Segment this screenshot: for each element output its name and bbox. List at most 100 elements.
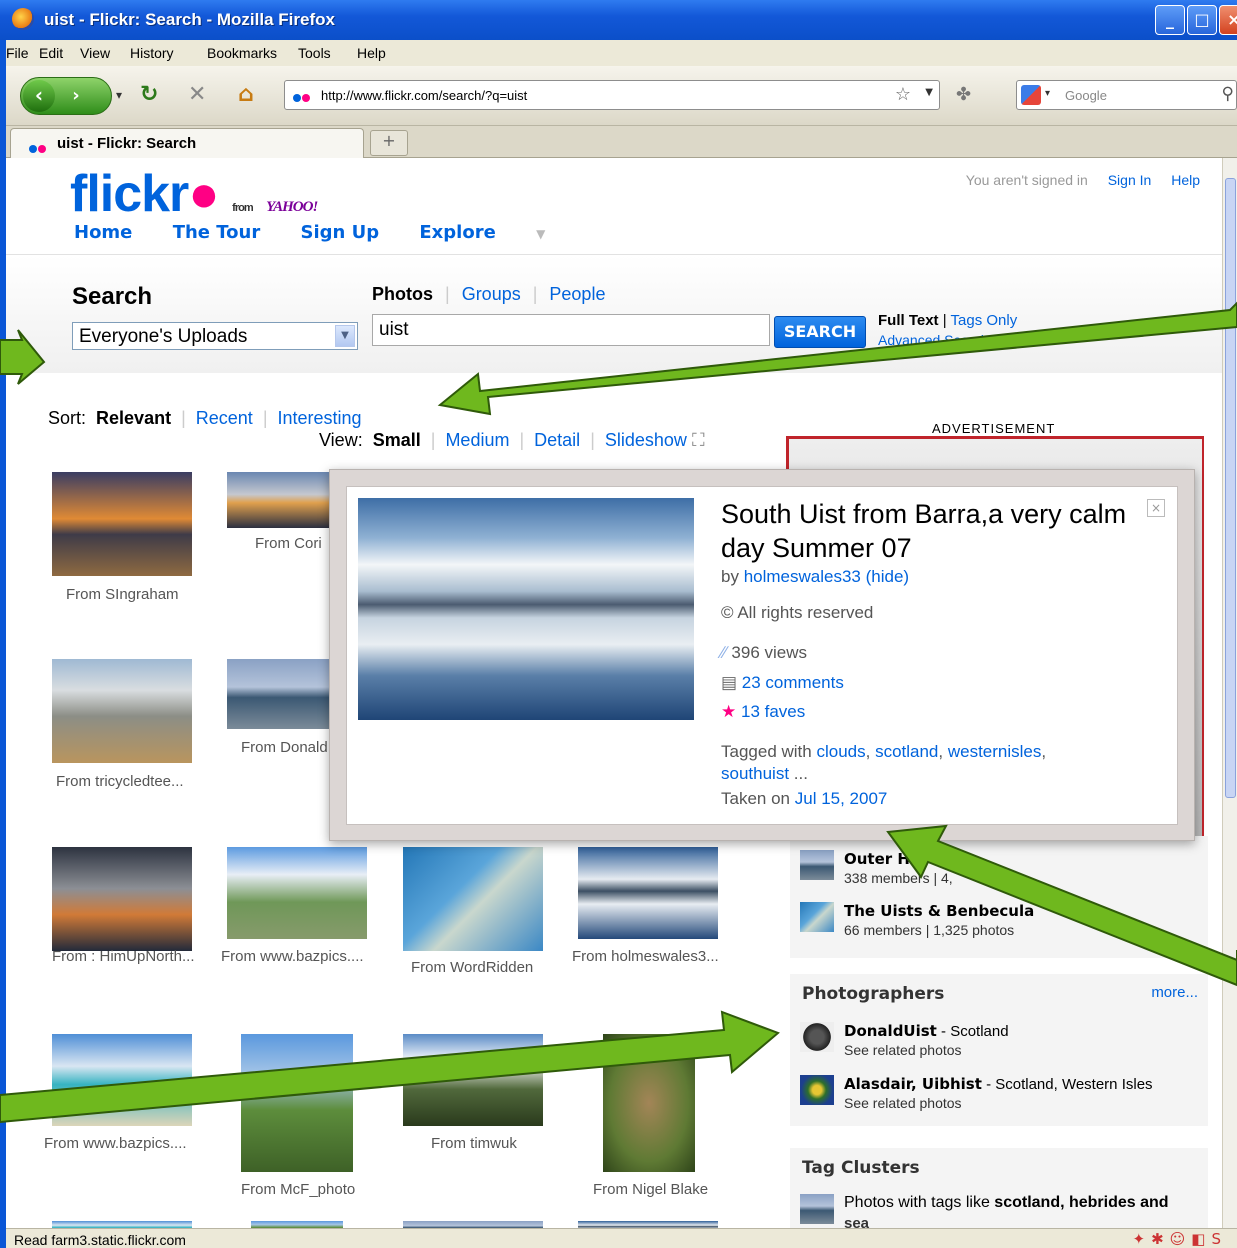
nav-tour[interactable]: The Tour: [173, 222, 261, 243]
sort-recent[interactable]: Recent: [196, 408, 253, 428]
see-related-link[interactable]: See related photos: [844, 1095, 962, 1111]
menu-tools[interactable]: Tools: [298, 45, 331, 61]
thumb-caption[interactable]: From Donald: [241, 739, 328, 756]
photo-thumbnail[interactable]: [52, 659, 192, 763]
thumb-caption[interactable]: From www.bazpics....: [221, 948, 364, 965]
popup-faves[interactable]: ★ 13 faves: [721, 702, 805, 722]
back-button[interactable]: ‹: [23, 80, 55, 112]
menu-view[interactable]: View: [80, 45, 110, 61]
popup-photo[interactable]: [358, 498, 694, 720]
stop-icon[interactable]: ✕: [188, 82, 206, 107]
popup-title[interactable]: South Uist from Barra,a very calm day Su…: [721, 497, 1141, 565]
sign-in-link[interactable]: Sign In: [1108, 172, 1152, 188]
nav-home[interactable]: Home: [74, 222, 132, 243]
photographer-name[interactable]: Alasdair, Uibhist - Scotland, Western Is…: [844, 1075, 1153, 1093]
nav-signup[interactable]: Sign Up: [300, 222, 379, 243]
search-button[interactable]: SEARCH: [774, 316, 866, 348]
thumb-caption[interactable]: From holmeswales3...: [572, 948, 719, 965]
tags-only-link[interactable]: Tags Only: [951, 312, 1018, 329]
search-input[interactable]: uist: [372, 314, 770, 346]
minimize-button[interactable]: _: [1155, 5, 1185, 35]
history-dropdown-icon[interactable]: ▾: [116, 88, 122, 102]
photo-thumbnail[interactable]: [403, 1034, 543, 1126]
type-photos[interactable]: Photos: [372, 284, 433, 304]
thumb-caption[interactable]: From Nigel Blake: [593, 1181, 708, 1198]
photographer-name[interactable]: DonaldUist - Scotland: [844, 1022, 1009, 1040]
type-people[interactable]: People: [549, 284, 605, 304]
photo-thumbnail[interactable]: [52, 472, 192, 576]
taken-prefix: Taken on: [721, 789, 790, 808]
cluster-text[interactable]: Photos with tags like scotland, hebrides…: [844, 1194, 1169, 1212]
photographers-more-link[interactable]: more...: [1151, 984, 1198, 1001]
author-link[interactable]: holmeswales33: [744, 567, 861, 586]
web-search-box[interactable]: ▾ Google ⚲: [1016, 80, 1237, 110]
sort-interesting[interactable]: Interesting: [278, 408, 362, 428]
bookmark-star-icon[interactable]: ☆: [895, 84, 911, 105]
reload-icon[interactable]: ↻: [140, 82, 158, 107]
chevron-down-icon[interactable]: ▼: [335, 325, 355, 347]
forward-button[interactable]: ›: [61, 83, 91, 109]
engine-dropdown-icon[interactable]: ▾: [1045, 88, 1050, 99]
home-icon[interactable]: ⌂: [238, 82, 254, 107]
tag-link[interactable]: westernisles: [948, 742, 1042, 761]
sort-relevant[interactable]: Relevant: [96, 408, 171, 428]
view-medium[interactable]: Medium: [445, 430, 509, 450]
scrollbar-thumb[interactable]: [1225, 178, 1236, 798]
search-scope-select[interactable]: Everyone's Uploads ▼: [72, 322, 358, 350]
nav-explore[interactable]: Explore ▼: [419, 222, 579, 243]
tab-flickr-search[interactable]: uist - Flickr: Search: [10, 128, 364, 158]
photo-thumbnail[interactable]: [52, 847, 192, 951]
tag-link[interactable]: southuist: [721, 764, 789, 783]
url-bar[interactable]: http://www.flickr.com/search/?q=uist ☆ ▼: [284, 80, 940, 110]
type-groups[interactable]: Groups: [462, 284, 521, 304]
popup-comments[interactable]: ▤ 23 comments: [721, 673, 844, 693]
menu-history[interactable]: History: [130, 45, 174, 61]
photo-thumbnail[interactable]: [227, 847, 367, 939]
group-name[interactable]: Outer H: [844, 850, 910, 868]
photo-thumbnail[interactable]: [241, 1034, 353, 1172]
view-detail[interactable]: Detail: [534, 430, 580, 450]
thumb-caption[interactable]: From WordRidden: [411, 959, 533, 976]
taken-date-link[interactable]: Jul 15, 2007: [795, 789, 888, 808]
menu-help[interactable]: Help: [357, 45, 386, 61]
view-slideshow[interactable]: Slideshow: [605, 430, 687, 450]
maximize-button[interactable]: □: [1187, 5, 1217, 35]
flickr-logo[interactable]: flickr● from YAHOO!: [70, 164, 318, 224]
photo-thumbnail[interactable]: [403, 847, 543, 951]
thumb-caption[interactable]: From SIngraham: [66, 586, 179, 603]
new-tab-button[interactable]: +: [370, 130, 408, 156]
photo-thumbnail[interactable]: [603, 1034, 695, 1172]
vertical-scrollbar[interactable]: [1222, 158, 1237, 1232]
search-go-icon[interactable]: ⚲: [1222, 84, 1234, 104]
google-icon[interactable]: [1021, 85, 1041, 105]
group-name[interactable]: The Uists & Benbecula: [844, 902, 1034, 920]
photographer-location: - Scotland, Western Isles: [981, 1076, 1153, 1093]
close-button[interactable]: ×: [1219, 5, 1237, 35]
thumb-caption[interactable]: From timwuk: [431, 1135, 517, 1152]
slideshow-icon[interactable]: ⛶: [692, 430, 705, 450]
photo-thumbnail[interactable]: [52, 1034, 192, 1126]
url-dropdown-icon[interactable]: ▼: [925, 87, 933, 98]
help-link[interactable]: Help: [1171, 172, 1200, 188]
close-icon[interactable]: ×: [1147, 499, 1165, 517]
view-small[interactable]: Small: [373, 430, 421, 450]
thumb-caption[interactable]: From tricycledtee...: [56, 773, 184, 790]
menu-edit[interactable]: Edit: [39, 45, 63, 61]
thumb-caption[interactable]: From Cori: [255, 535, 322, 552]
photo-thumbnail[interactable]: [578, 847, 718, 939]
star-icon: ★: [721, 702, 737, 721]
thumb-caption[interactable]: From : HimUpNorth...: [52, 948, 195, 965]
hide-link[interactable]: (hide): [866, 567, 909, 586]
advanced-search-link[interactable]: Advanced Search: [878, 332, 989, 348]
tag-link[interactable]: scotland: [875, 742, 938, 761]
status-addon-icons[interactable]: ✦✱☺◧S: [1133, 1230, 1227, 1248]
thumb-caption[interactable]: From www.bazpics....: [44, 1135, 187, 1152]
tag-link[interactable]: clouds: [816, 742, 865, 761]
see-related-link[interactable]: See related photos: [844, 1042, 962, 1058]
full-text-option[interactable]: Full Text: [878, 312, 939, 329]
menu-file[interactable]: File: [6, 45, 29, 61]
menu-bookmarks[interactable]: Bookmarks: [207, 45, 277, 61]
thumb-caption[interactable]: From McF_photo: [241, 1181, 355, 1198]
addon-icon[interactable]: ✤: [956, 84, 971, 105]
sort-label: Sort:: [48, 408, 87, 428]
